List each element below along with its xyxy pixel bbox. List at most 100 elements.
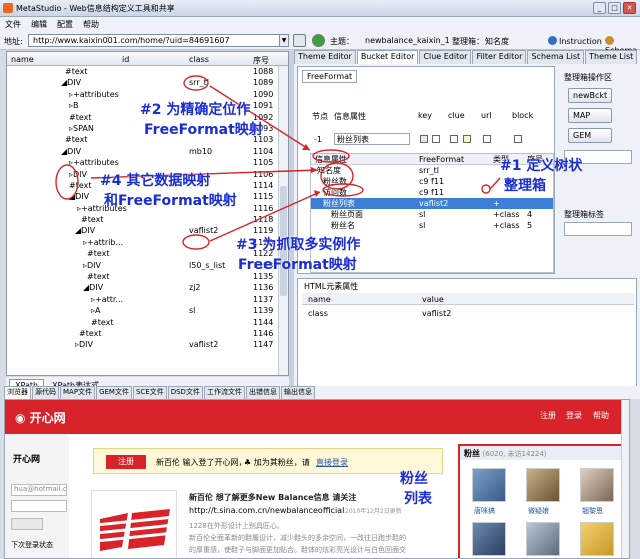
dom-tree-num: 1091 (253, 101, 274, 111)
minimize-button[interactable]: _ (593, 2, 606, 14)
tab-map-file[interactable]: MAP文件 (60, 386, 96, 399)
tab-errors[interactable]: 出错信息 (245, 386, 280, 399)
fan-avatar-2[interactable] (526, 468, 560, 502)
bucket-tag-label: 整理箱标签 (564, 210, 604, 219)
dom-tree-row[interactable]: #text 1088 (7, 66, 288, 77)
tab-theme-list[interactable]: Theme List (585, 50, 638, 64)
close-button[interactable]: ✕ (623, 2, 636, 14)
tab-bucket-editor[interactable]: Bucket Editor (356, 50, 419, 64)
fan-avatar-6[interactable] (580, 522, 614, 556)
dom-tree-row[interactable]: ▹+attributes 1105 (7, 157, 288, 168)
dom-tree-row[interactable]: ▹DIV vaflist2 1147 (7, 339, 288, 350)
dom-tree-row[interactable]: #text 1144 (7, 317, 288, 328)
dom-tree-num: 1144 (253, 317, 274, 327)
freeformat-tab[interactable]: FreeFormat (302, 70, 358, 83)
instruction-button[interactable]: Instruction (548, 36, 602, 46)
dom-tree-row[interactable]: ◢DIV zj2 1136 (7, 282, 288, 293)
check-icon[interactable] (312, 34, 325, 47)
bucket-tag-input[interactable] (564, 222, 632, 236)
new-balance-logo[interactable] (91, 490, 177, 558)
password-field[interactable] (11, 500, 67, 512)
map-button[interactable]: MAP (568, 108, 612, 123)
tab-gem-file[interactable]: GEM文件 (96, 386, 132, 399)
kaixin-logo[interactable]: ◉ 开心网 (15, 409, 66, 426)
tab-browser[interactable]: 浏览器 (4, 386, 31, 399)
tab-theme-editor[interactable]: Theme Editor (294, 50, 356, 64)
bucket-tree-row[interactable]: 粉丝列表 vaflist2 + (311, 198, 553, 209)
bucket-ops-title: 整理箱操作区 (564, 73, 612, 82)
notice-register-button[interactable]: 注册 (106, 455, 146, 469)
bucket-tree-row[interactable]: 粉丝页面 sl +class 4 (311, 209, 553, 220)
dom-tree-name: #text (79, 328, 102, 338)
col-class[interactable]: class (189, 55, 209, 64)
key-option-checkbox[interactable] (432, 135, 440, 143)
key-checkbox[interactable] (420, 135, 428, 143)
ff-attr-input[interactable]: 粉丝列表 (334, 133, 410, 145)
dom-tree-row[interactable]: ▹+attr... 1137 (7, 294, 288, 305)
gem-button[interactable]: GEM (568, 128, 612, 143)
bucket-tree-f: sl (419, 221, 426, 230)
col-id[interactable]: id (122, 55, 129, 64)
maximize-button[interactable]: □ (608, 2, 621, 14)
new-bucket-button[interactable]: newBckt (568, 88, 612, 103)
annotation-fans-2: 列表 (404, 491, 432, 507)
fan-avatar-5[interactable] (526, 522, 560, 556)
dom-tree-row[interactable]: #text 1146 (7, 328, 288, 339)
browser-scrollbar[interactable] (621, 400, 629, 558)
nb-title[interactable]: 新百伦 想了解更多New Balance信息 请关注 (189, 492, 356, 503)
grab-icon[interactable] (293, 34, 306, 47)
col-name[interactable]: name (11, 55, 34, 64)
dom-tree-row[interactable]: #text 1118 (7, 214, 288, 225)
html-attr-title: HTML元素属性 (304, 282, 359, 291)
url-checkbox[interactable] (483, 135, 491, 143)
tab-output[interactable]: 输出信息 (280, 386, 315, 399)
dom-tree-num: 1089 (253, 78, 274, 88)
help-link[interactable]: 帮助 (593, 410, 609, 421)
col-number[interactable]: 序号 (253, 55, 269, 66)
dom-tree-row[interactable]: ▹A sl 1139 (7, 305, 288, 316)
menu-edit[interactable]: 编辑 (31, 19, 47, 30)
nb-line-1: 1228在外形设计上别具匠心。 (189, 522, 284, 530)
menu-file[interactable]: 文件 (5, 19, 21, 30)
nb-date: 2010年12月2日更新 (345, 508, 402, 515)
block-checkbox[interactable] (514, 135, 522, 143)
bucket-tree-row[interactable]: 粉丝名 sl +class 5 (311, 220, 553, 231)
fan-avatar-4[interactable] (472, 522, 506, 556)
ff-header-clue: clue (448, 111, 465, 120)
annotation-2: #2 为精确定位作 (140, 102, 251, 118)
tab-filter-editor[interactable]: Filter Editor (472, 50, 527, 64)
menu-help[interactable]: 帮助 (83, 19, 99, 30)
bucket-tree-a: 粉丝页面 (331, 210, 363, 219)
dom-tree-name: #text (69, 180, 92, 190)
tab-source[interactable]: 源代码 (32, 386, 59, 399)
dom-tree-row[interactable]: ◢DIV srr_tl 1089 (7, 77, 288, 88)
dom-tree-scrollbar[interactable] (278, 66, 288, 375)
register-link[interactable]: 注册 (540, 410, 556, 421)
email-field[interactable]: hua@hotmail.c (11, 484, 67, 496)
nb-url[interactable]: http://t.sina.com.cn/newbalanceofficial (189, 506, 344, 515)
login-link[interactable]: 登录 (566, 410, 582, 421)
tab-workflow-file[interactable]: 工作流文件 (203, 386, 245, 399)
fan-name-3[interactable]: 翘黎恩 (582, 506, 603, 516)
fan-avatar-1[interactable] (472, 468, 506, 502)
menu-config[interactable]: 配置 (57, 19, 73, 30)
clue-file-icon[interactable] (463, 135, 471, 143)
tab-dsd-file[interactable]: DSD文件 (167, 386, 203, 399)
fan-avatar-3[interactable] (580, 468, 614, 502)
notice-login-link[interactable]: 直接登录 (316, 457, 348, 468)
login-button[interactable] (11, 518, 43, 530)
ff-header-attr: 信息属性 (334, 112, 366, 121)
url-input[interactable]: http://www.kaixin001.com/home/?uid=84691… (28, 34, 283, 47)
dom-tree-name: ◢DIV (75, 226, 96, 236)
tab-schema-list[interactable]: Schema List (527, 50, 585, 64)
fan-name-1[interactable]: 唐咪搞 (474, 506, 495, 516)
fans-list-box: 粉丝 (6020, 未访14224) 唐咪搞 微疑娘 翘黎恩 (458, 444, 628, 558)
fan-name-2[interactable]: 微疑娘 (528, 506, 549, 516)
url-dropdown-icon[interactable]: ▼ (279, 34, 289, 47)
ff-node-value: -1 (314, 135, 322, 144)
tab-sce-file[interactable]: SCE文件 (132, 386, 167, 399)
tab-clue-editor[interactable]: Clue Editor (419, 50, 472, 64)
dom-tree-row[interactable]: ◢DIV mb10 1104 (7, 146, 288, 157)
subject-value: newbalance_kaixin_1 (365, 36, 450, 45)
clue-checkbox[interactable] (450, 135, 458, 143)
